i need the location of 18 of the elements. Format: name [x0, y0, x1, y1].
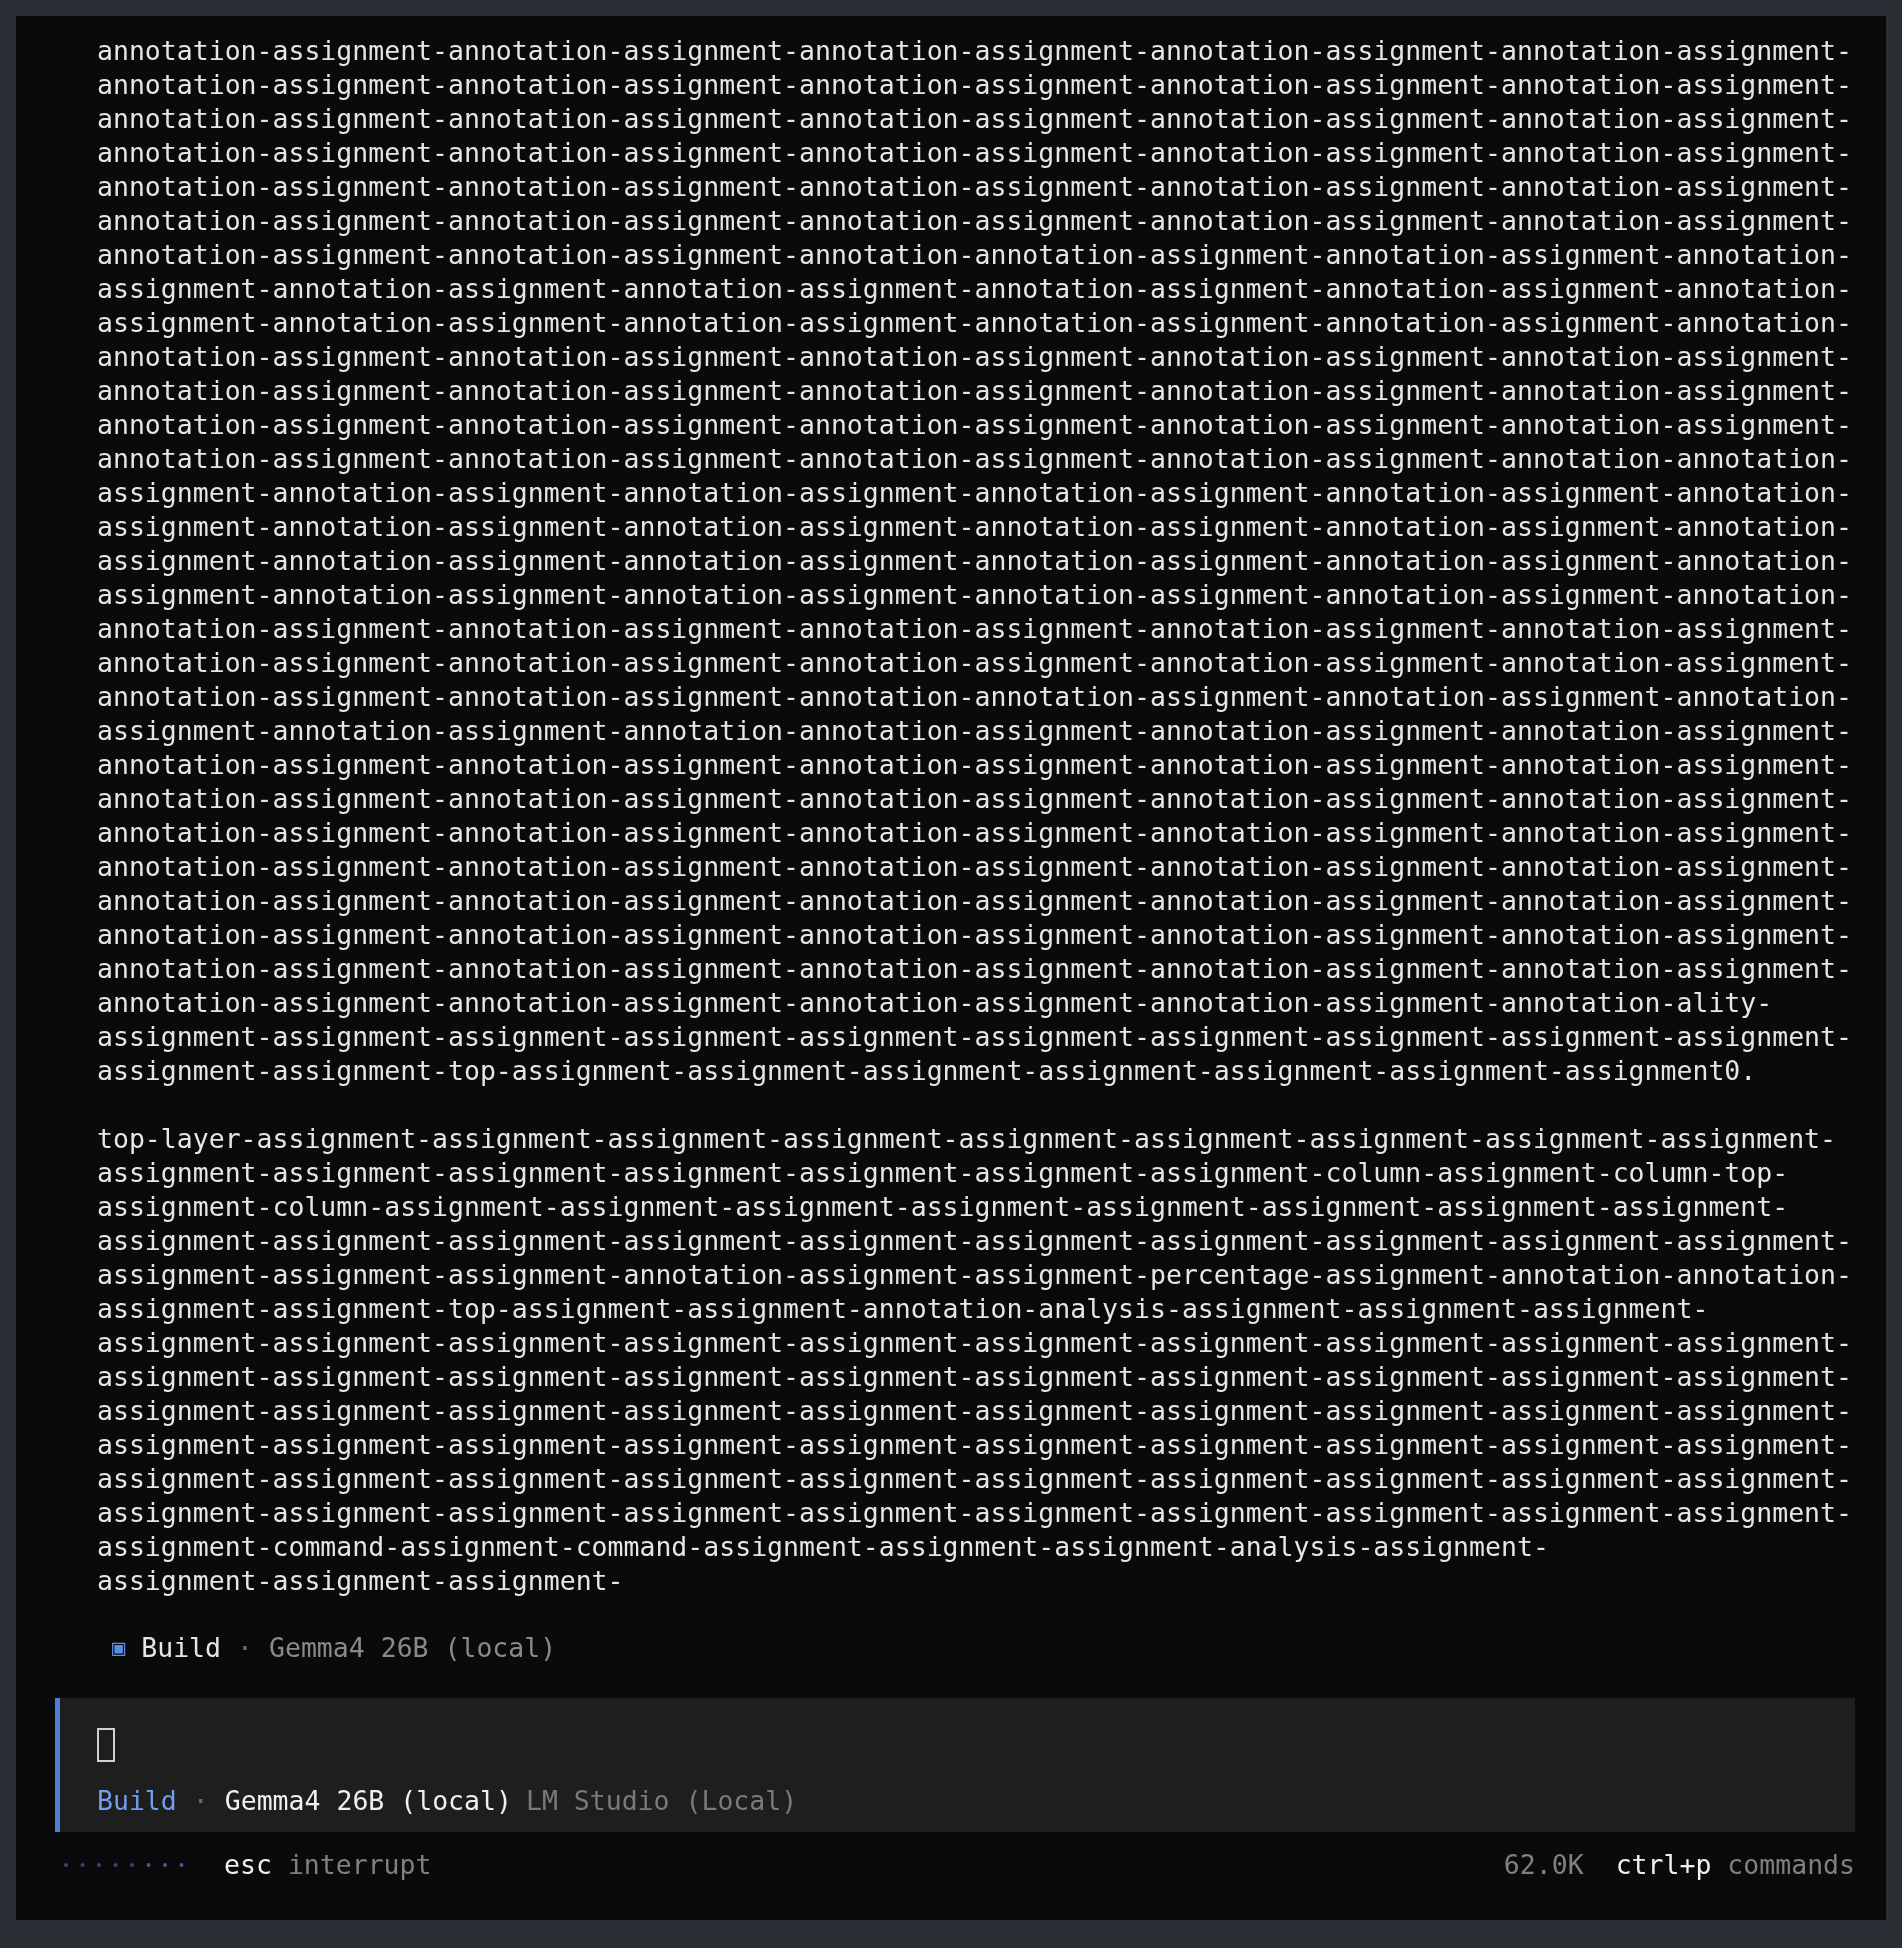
separator-dot: · — [237, 1631, 253, 1665]
shortcut-action: commands — [1727, 1848, 1855, 1882]
shortcut-action: interrupt — [287, 1848, 432, 1882]
separator-dot: · — [192, 1784, 209, 1818]
message-text: annotation-assignment-annotation-assignment-annotation-assignment-annotation-assignment-annotation-assignment- annotation-assignment-annotation-assignment-annotation-assignment-annotation-assignment-annotation-assignment- annotation-assignment-annotation-assignment-annotation-assignment-annotation-assignment-annotation-assignment- annotation-assignment-annotation-assignment-annotation-assignment-annotation-assignment-annotation-assignment- annotation-assignment-annotation-assignment-annotation-assignment-annotation-assignment-annotation-assignment- annotation-assignment-annotation-assignment-annotation-assignment-annotation-assignment-annotation-assignment- annotation-assignment-annotation-assignment-annotation-annotation-assignment-annotation-assignment-annotation- assignment-annotation-assignment-annotation-assignment-annotation-assignment-annotation-assignment-annotation- assignment-annotation-assignment-annotation-assignment-annotation-assignment-annotation-assignment-annotation- annotation-assignment-annotation-assignment-annotation-assignment-annotation-assignment-annotation-assignment- annotation-assignment-annotation-assignment-annotation-assignment-annotation-assignment-annotation-assignment- annotation-assignment-annotation-assignment-annotation-assignment-annotation-assignment-annotation-assignment- annotation-assignment-annotation-assignment-annotation-assignment-annotation-assignment-annotation-annotation- assignment-annotation-assignment-annotation-assignment-annotation-assignment-annotation-assignment-annotation- assignment-annotation-assignment-annotation-assignment-annotation-assignment-annotation-assignment-annotation- assignment-annotation-assignment-annotation-assignment-annotation-assignment-annotation-assignment-annotation- assignment-annotation-assignment-annotation-assignment-annotation-assignment-annotation-assignment-annotation- annotation-assignment-annotation-assignment-annotation-assignment-annotation-assignment-annotation-assignment- annotation-assignment-annotation-assignment-annotation-assignment-annotation-assignment-annotation-assignment- annotation-assignment-annotation-assignment-annotation-annotation-assignment-annotation-assignment-annotation- assignment-annotation-assignment-annotation-annotation-assignment-annotation-assignment-annotation-assignment- annotation-assignment-annotation-assignment-annotation-assignment-annotation-assignment-annotation-assignment- annotation-assignment-annotation-assignment-annotation-assignment-annotation-assignment-annotation-assignment- annotation-assignment-annotation-assignment-annotation-assignment-annotation-assignment-annotation-assignment- annotation-assignment-annotation-assignment-annotation-assignment-annotation-assignment-annotation-assignment- annotation-assignment-annotation-assignment-annotation-assignment-annotation-assignment-annotation-assignment- annotation-assignment-annotation-assignment-annotation-assignment-annotation-assignment-annotation-assignment- annotation-assignment-annotation-assignment-annotation-assignment-annotation-assignment-annotation-assignment- annotation-assignment-annotation-assignment-annotation-assignment-annotation-assignment-annotation-ality- assignment-assignment-assignment-assignment-assignment-assignment-assignment-assignment-assignment-assignment- assignment-assignment-top-assignment-assignment-assignment-assignment-assignment-assignment-assignment0. — [97, 34, 1853, 1088]
token-count: 62.0K — [1503, 1848, 1584, 1882]
provider-label: LM Studio (Local) — [525, 1784, 798, 1818]
shortcut-key: ctrl+p — [1615, 1848, 1712, 1882]
model-label: Gemma4 26B (local) — [269, 1631, 557, 1665]
text-cursor-icon — [97, 1728, 115, 1762]
prompt-mode-label: Build — [97, 1784, 177, 1818]
prompt-input[interactable]: Build · Gemma4 26B (local) LM Studio (Local) — [55, 1698, 1855, 1832]
mode-label: Build — [141, 1631, 222, 1665]
message-text: top-layer-assignment-assignment-assignment-assignment-assignment-assignment-assignment-assignment-assignment- assignment-assignment-assignment-assignment-assignment-assignment-assignment-column-assignment-column-top- assignment-column-assignment-assignment-assignment-assignment-assignment-assignment-assignment-assignment- assignment-assignment-assignment-assignment-assignment-assignment-assignment-assignment-assignment-assignment- assignment-assignment-assignment-annotation-assignment-assignment-percentage-assignment-annotation-annotation- assignment-assignment-top-assignment-assignment-annotation-analysis-assignment-assignment-assignment- assignment-assignment-assignment-assignment-assignment-assignment-assignment-assignment-assignment-assignment- assignment-assignment-assignment-assignment-assignment-assignment-assignment-assignment-assignment-assignment- assignment-assignment-assignment-assignment-assignment-assignment-assignment-assignment-assignment-assignment- assignment-assignment-assignment-assignment-assignment-assignment-assignment-assignment-assignment-assignment- assignment-assignment-assignment-assignment-assignment-assignment-assignment-assignment-assignment-assignment- assignment-assignment-assignment-assignment-assignment-assignment-assignment-assignment-assignment-assignment- assignment-command-assignment-command-assignment-assignment-assignment-analysis-assignment- assignment-assignment-assignment- — [97, 1122, 1853, 1598]
agent-status-icon: ▣ — [112, 1631, 126, 1665]
shortcut-key: esc — [224, 1848, 272, 1882]
spinner-dots-icon — [62, 1861, 186, 1869]
prompt-model-label: Gemma4 26B (local) — [224, 1784, 512, 1818]
